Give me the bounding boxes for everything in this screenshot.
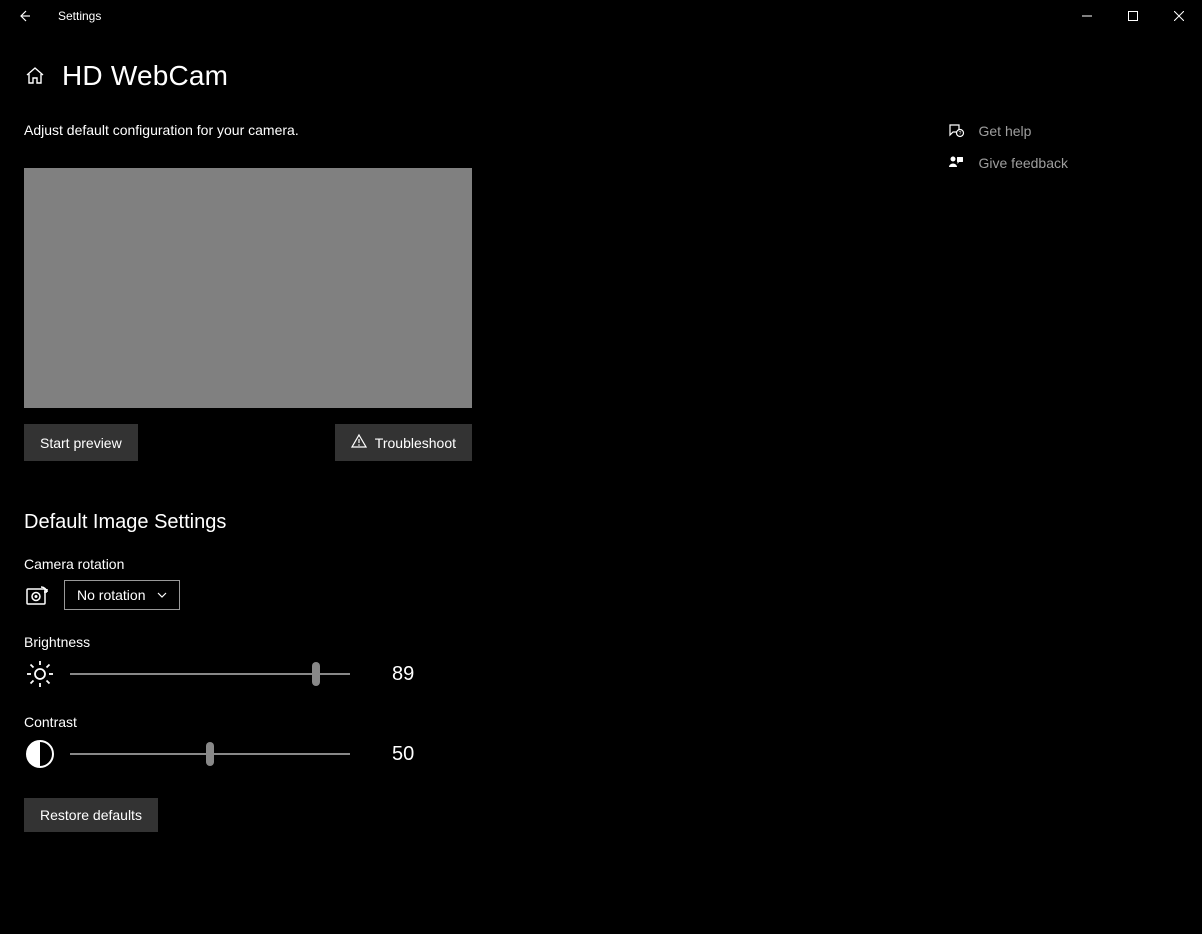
camera-rotation-label: Camera rotation <box>24 556 504 572</box>
help-icon: ? <box>947 122 965 140</box>
svg-text:?: ? <box>958 131 961 137</box>
start-preview-label: Start preview <box>40 435 122 451</box>
default-image-settings-heading: Default Image Settings <box>24 511 504 534</box>
feedback-icon <box>947 154 965 172</box>
brightness-label: Brightness <box>24 634 504 650</box>
camera-rotation-value: No rotation <box>77 587 145 603</box>
home-icon[interactable] <box>24 65 46 87</box>
give-feedback-label: Give feedback <box>979 155 1069 171</box>
brightness-slider[interactable] <box>70 662 350 686</box>
get-help-link[interactable]: ? Get help <box>947 122 1069 140</box>
camera-rotation-select[interactable]: No rotation <box>64 580 180 610</box>
camera-rotate-icon <box>24 581 52 609</box>
page-title: HD WebCam <box>62 60 228 92</box>
close-button[interactable] <box>1156 0 1202 32</box>
contrast-slider[interactable] <box>70 742 350 766</box>
window-title: Settings <box>58 9 101 23</box>
chevron-down-icon <box>157 590 167 601</box>
contrast-icon <box>24 738 56 770</box>
camera-preview <box>24 168 472 408</box>
get-help-label: Get help <box>979 123 1032 139</box>
back-button[interactable] <box>10 0 38 32</box>
give-feedback-link[interactable]: Give feedback <box>947 154 1069 172</box>
contrast-value: 50 <box>392 743 414 766</box>
contrast-label: Contrast <box>24 714 504 730</box>
troubleshoot-label: Troubleshoot <box>375 435 456 451</box>
start-preview-button[interactable]: Start preview <box>24 424 138 461</box>
minimize-button[interactable] <box>1064 0 1110 32</box>
warning-icon <box>351 433 367 452</box>
maximize-button[interactable] <box>1110 0 1156 32</box>
brightness-value: 89 <box>392 663 414 686</box>
restore-defaults-button[interactable]: Restore defaults <box>24 798 158 832</box>
brightness-icon <box>24 658 56 690</box>
page-subtitle: Adjust default configuration for your ca… <box>24 122 504 138</box>
restore-defaults-label: Restore defaults <box>40 807 142 823</box>
troubleshoot-button[interactable]: Troubleshoot <box>335 424 472 461</box>
